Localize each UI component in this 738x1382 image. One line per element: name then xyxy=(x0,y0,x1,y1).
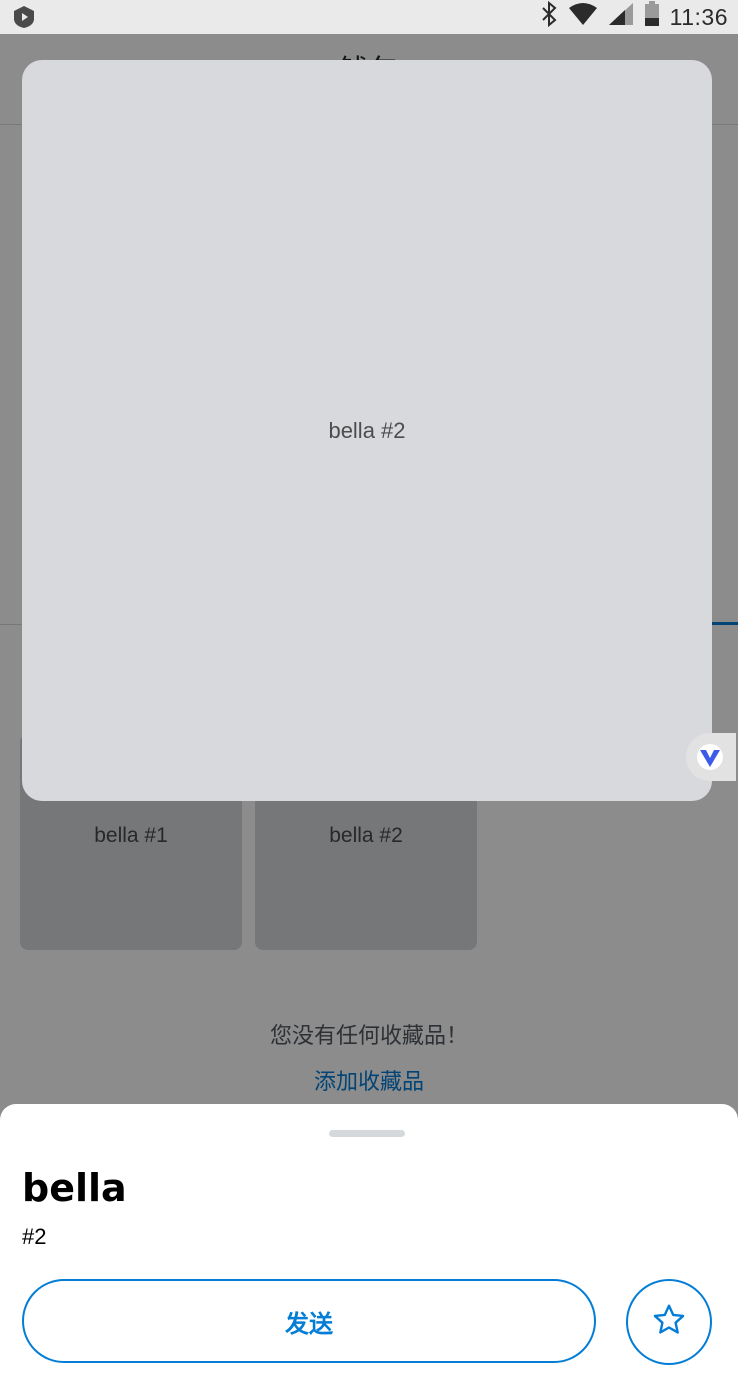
shield-icon xyxy=(12,5,36,29)
v-logo-icon xyxy=(696,743,724,775)
status-icons: 11:36 xyxy=(540,0,728,33)
collectible-preview: bella #2 xyxy=(22,60,712,801)
preview-label: bella #2 xyxy=(328,418,406,443)
drag-handle[interactable] xyxy=(329,1130,405,1137)
status-bar: 11:36 xyxy=(0,0,738,34)
wifi-icon xyxy=(568,2,598,32)
send-button[interactable]: 发送 xyxy=(22,1279,596,1363)
collectible-name: bella xyxy=(22,1166,127,1210)
favorite-button[interactable] xyxy=(626,1279,712,1365)
collectible-bottom-sheet: bella #2 发送 xyxy=(0,1104,738,1382)
bluetooth-icon xyxy=(540,0,558,33)
star-icon xyxy=(651,1302,687,1342)
battery-icon xyxy=(644,1,660,33)
collectible-token-id: #2 xyxy=(22,1224,47,1249)
send-button-label: 发送 xyxy=(285,1309,333,1338)
signal-icon xyxy=(608,2,634,32)
status-time: 11:36 xyxy=(669,3,728,30)
floating-assistant-button[interactable] xyxy=(686,733,736,781)
